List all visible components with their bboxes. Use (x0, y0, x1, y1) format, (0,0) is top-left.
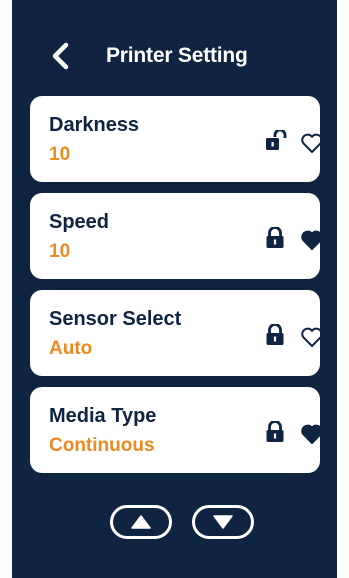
lock-icon[interactable] (265, 421, 285, 443)
lock-icon[interactable] (265, 324, 285, 346)
chevron-left-icon (52, 42, 69, 70)
printer-setting-screen: Printer Setting Darkness 10 Speed 10 Sen… (12, 0, 337, 578)
setting-value: Auto (49, 338, 93, 359)
setting-card-media-type[interactable]: Media Type Continuous (30, 387, 323, 473)
page-down-button[interactable] (192, 505, 254, 539)
header: Printer Setting (12, 30, 337, 80)
heart-outline-icon[interactable] (300, 132, 324, 154)
setting-label: Darkness (49, 114, 140, 136)
heart-filled-icon[interactable] (300, 423, 324, 445)
back-button[interactable] (46, 40, 76, 72)
setting-card-speed[interactable]: Speed 10 (30, 193, 323, 279)
setting-label: Speed (49, 211, 110, 233)
setting-card-darkness[interactable]: Darkness 10 (30, 96, 323, 182)
setting-value: Continuous (49, 435, 155, 456)
triangle-up-icon (131, 515, 151, 529)
page-title: Printer Setting (106, 44, 248, 67)
setting-value: 10 (49, 144, 71, 165)
setting-card-sensor-select[interactable]: Sensor Select Auto (30, 290, 323, 376)
setting-value: 10 (49, 241, 71, 262)
lock-icon[interactable] (265, 227, 285, 249)
heart-outline-icon[interactable] (300, 326, 324, 348)
page-up-button[interactable] (110, 505, 172, 539)
unlock-icon[interactable] (265, 130, 287, 152)
heart-filled-icon[interactable] (300, 229, 324, 251)
setting-label: Media Type (49, 405, 157, 427)
triangle-down-icon (213, 515, 233, 529)
setting-label: Sensor Select (49, 308, 182, 330)
